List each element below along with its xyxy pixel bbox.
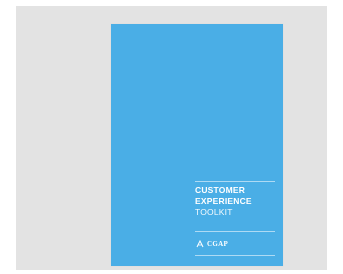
title-line-2: EXPERIENCE xyxy=(195,196,252,206)
title-line-3: TOOLKIT xyxy=(195,207,233,217)
document-cover[interactable]: CUSTOMER EXPERIENCE TOOLKIT CGAP xyxy=(111,24,283,266)
cover-title: CUSTOMER EXPERIENCE TOOLKIT xyxy=(195,185,279,218)
divider-bottom xyxy=(195,255,275,256)
brand-name: CGAP xyxy=(207,239,229,248)
divider-middle xyxy=(195,231,275,232)
brand-logo: CGAP xyxy=(195,238,228,249)
preview-frame: CUSTOMER EXPERIENCE TOOLKIT CGAP xyxy=(16,6,327,270)
divider-top xyxy=(195,181,275,182)
title-line-1: CUSTOMER xyxy=(195,185,246,195)
cgap-logo-icon xyxy=(196,239,204,247)
